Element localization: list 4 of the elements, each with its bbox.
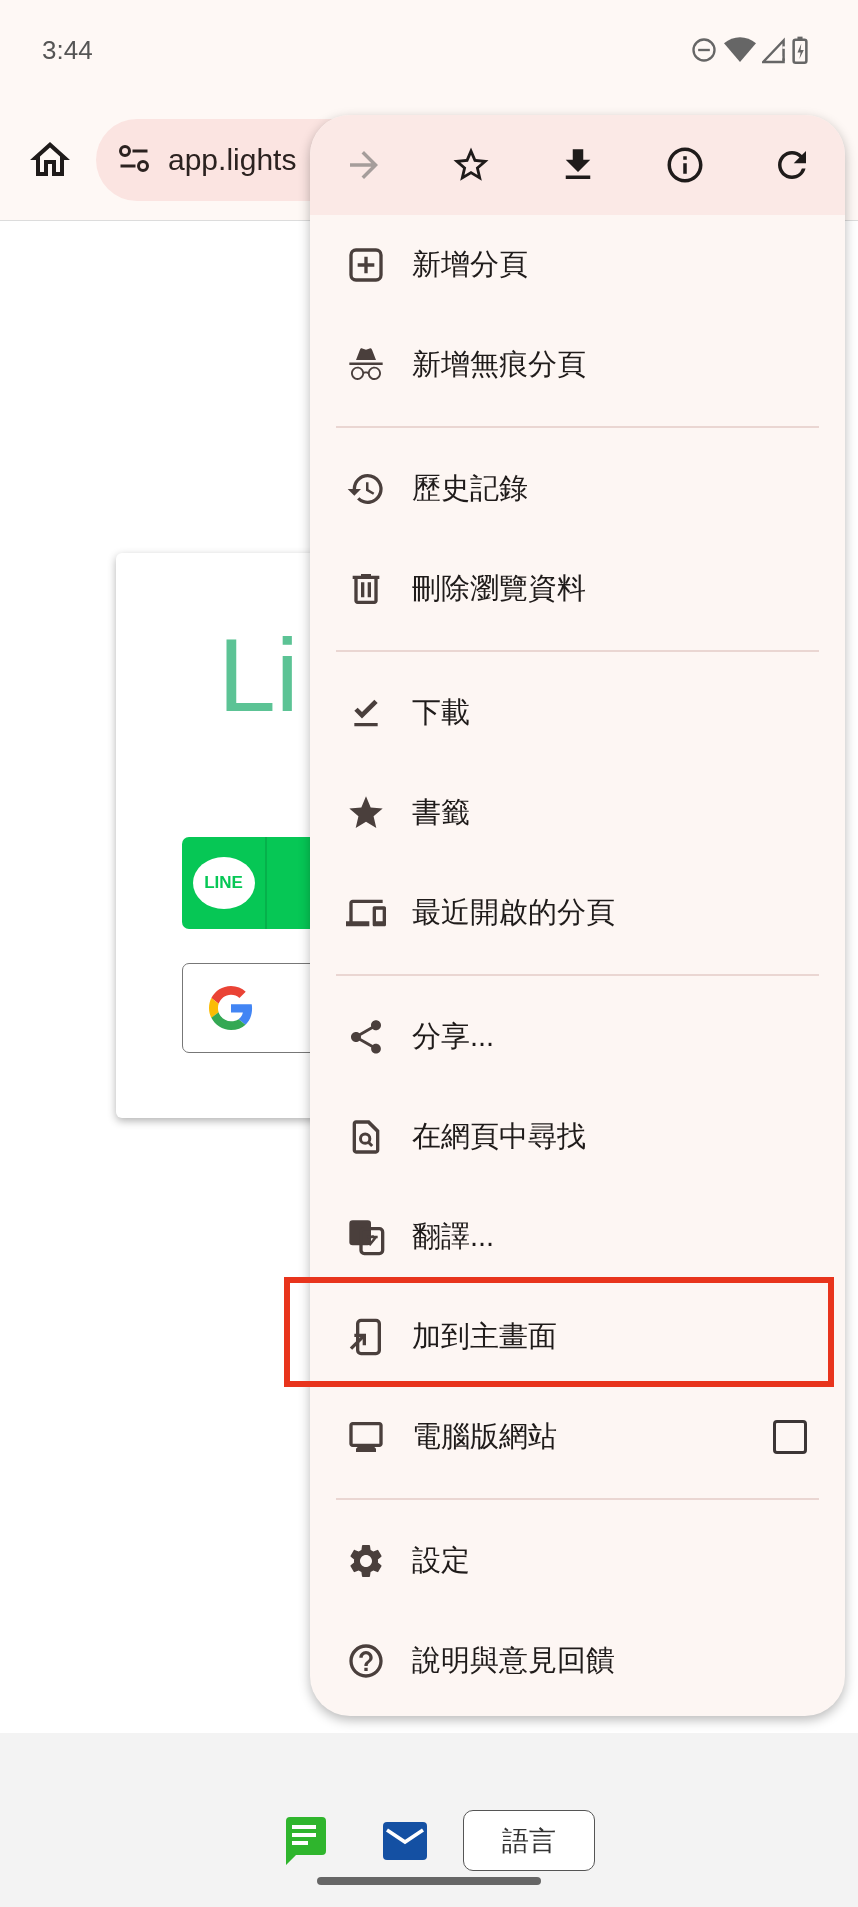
app-title: Li [218, 623, 299, 727]
status-time: 3:44 [42, 34, 93, 66]
url-text: app.lights [168, 143, 297, 177]
line-logo: LINE [192, 857, 255, 909]
